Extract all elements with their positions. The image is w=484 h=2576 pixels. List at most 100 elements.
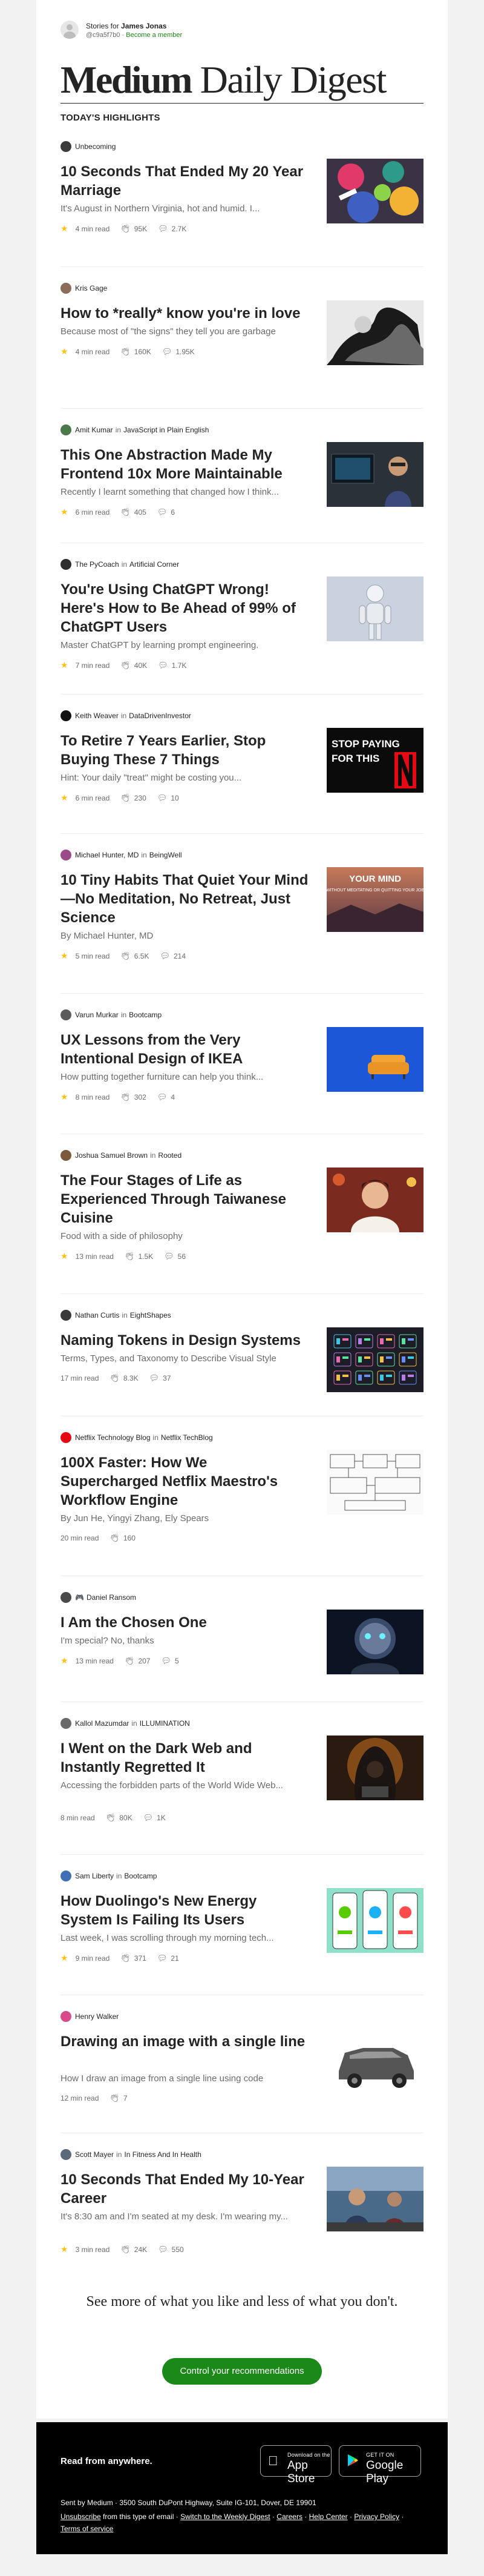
publication-avatar-icon[interactable]	[60, 424, 71, 435]
clap-icon[interactable]: 👏︎	[110, 2093, 120, 2103]
switch-weekly-link[interactable]: Switch to the Weekly Digest	[180, 2512, 270, 2521]
response-bubble-icon[interactable]: 💬︎	[143, 1813, 154, 1823]
clap-icon[interactable]: 👏︎	[120, 951, 131, 961]
publication-avatar-icon[interactable]	[60, 559, 71, 570]
clap-icon[interactable]: 👏︎	[106, 1813, 116, 1823]
story-publication[interactable]: Netflix TechBlog	[161, 1433, 213, 1442]
publication-avatar-icon[interactable]	[60, 1150, 71, 1161]
story-subtitle[interactable]: Hint: Your daily "treat" might be costin…	[60, 771, 309, 784]
story-author[interactable]: Varun Murkar	[75, 1011, 119, 1019]
story-publication[interactable]: In Fitness And In Health	[124, 2150, 201, 2159]
story-thumbnail[interactable]	[327, 1450, 424, 1514]
clap-icon[interactable]: 👏︎	[120, 507, 131, 517]
careers-link[interactable]: Careers	[276, 2512, 302, 2521]
story-author[interactable]: The PyCoach	[75, 560, 119, 569]
story-title[interactable]: To Retire 7 Years Earlier, Stop Buying T…	[60, 732, 309, 769]
story-thumbnail[interactable]	[327, 1327, 424, 1392]
story-thumbnail[interactable]	[327, 1167, 424, 1232]
response-bubble-icon[interactable]: 💬︎	[158, 661, 168, 670]
response-bubble-icon[interactable]: 💬︎	[157, 793, 168, 803]
control-recommendations-button[interactable]: Control your recommendations	[162, 2358, 322, 2385]
story-author[interactable]: Nathan Curtis	[75, 1311, 119, 1319]
help-center-link[interactable]: Help Center	[309, 2512, 348, 2521]
story-author[interactable]: Scott Mayer	[75, 2150, 114, 2159]
story-subtitle[interactable]: It's August in Northern Virginia, hot an…	[60, 202, 309, 215]
story-title[interactable]: How to *really* know you're in love	[60, 304, 309, 323]
response-bubble-icon[interactable]: 💬︎	[157, 1092, 168, 1102]
story-subtitle[interactable]: How I draw an image from a single line u…	[60, 2072, 309, 2085]
story-thumbnail[interactable]	[327, 1888, 424, 1953]
publication-avatar-icon[interactable]	[60, 850, 71, 860]
story-title[interactable]: 100X Faster: How We Supercharged Netflix…	[60, 1453, 309, 1510]
story-author[interactable]: Netflix Technology Blog	[75, 1433, 151, 1442]
story-publication[interactable]: Bootcamp	[124, 1872, 157, 1880]
story-thumbnail[interactable]	[327, 1735, 424, 1800]
privacy-link[interactable]: Privacy Policy	[354, 2512, 399, 2521]
story-author[interactable]: Joshua Samuel Brown	[75, 1151, 148, 1160]
publication-avatar-icon[interactable]	[60, 1310, 71, 1321]
response-bubble-icon[interactable]: 💬︎	[164, 1252, 174, 1261]
story-author[interactable]: Henry Walker	[75, 2012, 119, 2021]
clap-icon[interactable]: 👏︎	[125, 1252, 135, 1261]
become-member-link[interactable]: Become a member	[126, 31, 182, 39]
story-subtitle[interactable]: Terms, Types, and Taxonomy to Describe V…	[60, 1352, 309, 1365]
story-author[interactable]: Unbecoming	[75, 142, 116, 151]
story-publication[interactable]: DataDrivenInvestor	[129, 712, 191, 720]
story-title[interactable]: 10 Tiny Habits That Quiet Your Mind—No M…	[60, 871, 309, 927]
story-thumbnail[interactable]	[327, 2029, 424, 2093]
story-title[interactable]: This One Abstraction Made My Frontend 10…	[60, 446, 309, 483]
story-title[interactable]: Drawing an image with a single line	[60, 2032, 309, 2051]
response-bubble-icon[interactable]: 💬︎	[157, 1953, 168, 1963]
story-title[interactable]: 10 Seconds That Ended My 10-Year Career	[60, 2170, 309, 2208]
story-publication[interactable]: Artificial Corner	[129, 560, 179, 569]
clap-icon[interactable]: 👏︎	[120, 1953, 131, 1963]
story-subtitle[interactable]: Recently I learnt something that changed…	[60, 486, 309, 498]
publication-avatar-icon[interactable]	[60, 2149, 71, 2160]
story-publication[interactable]: EightShapes	[130, 1311, 171, 1319]
story-thumbnail[interactable]	[327, 1610, 424, 1674]
story-author[interactable]: Sam Liberty	[75, 1872, 114, 1880]
publication-avatar-icon[interactable]	[60, 1592, 71, 1603]
clap-icon[interactable]: 👏︎	[120, 2245, 131, 2254]
clap-icon[interactable]: 👏︎	[110, 1533, 120, 1543]
publication-avatar-icon[interactable]	[60, 1718, 71, 1729]
story-subtitle[interactable]: I'm special? No, thanks	[60, 1634, 309, 1647]
story-title[interactable]: UX Lessons from the Very Intentional Des…	[60, 1031, 309, 1068]
publication-avatar-icon[interactable]	[60, 141, 71, 152]
terms-link[interactable]: Terms of service	[60, 2525, 113, 2533]
publication-avatar-icon[interactable]	[60, 1432, 71, 1443]
story-subtitle[interactable]: By Jun He, Yingyi Zhang, Ely Spears	[60, 1512, 309, 1525]
story-title[interactable]: How Duolingo's New Energy System Is Fail…	[60, 1892, 309, 1929]
story-author[interactable]: Kris Gage	[75, 284, 107, 292]
clap-icon[interactable]: 👏︎	[120, 347, 131, 357]
medium-logo[interactable]: Medium	[60, 58, 193, 101]
clap-icon[interactable]: 👏︎	[110, 1373, 120, 1383]
story-subtitle[interactable]: Last week, I was scrolling through my mo…	[60, 1932, 309, 1944]
response-bubble-icon[interactable]: 💬︎	[149, 1373, 160, 1383]
story-publication[interactable]: ILLUMINATION	[140, 1719, 190, 1728]
story-thumbnail[interactable]	[327, 576, 424, 641]
response-bubble-icon[interactable]: 💬︎	[158, 224, 168, 234]
clap-icon[interactable]: 👏︎	[120, 661, 131, 670]
response-bubble-icon[interactable]: 💬︎	[161, 1656, 171, 1666]
story-thumbnail[interactable]	[327, 159, 424, 223]
clap-icon[interactable]: 👏︎	[120, 793, 131, 803]
app-store-button[interactable]:  Download on the App Store	[260, 2445, 332, 2485]
publication-avatar-icon[interactable]	[60, 710, 71, 721]
clap-icon[interactable]: 👏︎	[125, 1656, 135, 1666]
story-subtitle[interactable]: Accessing the forbidden parts of the Wor…	[60, 1779, 309, 1792]
story-thumbnail[interactable]	[327, 300, 424, 365]
story-thumbnail[interactable]	[327, 1027, 424, 1092]
story-publication[interactable]: Bootcamp	[129, 1011, 162, 1019]
publication-avatar-icon[interactable]	[60, 1871, 71, 1881]
publication-avatar-icon[interactable]	[60, 1009, 71, 1020]
story-subtitle[interactable]: By Michael Hunter, MD	[60, 930, 309, 942]
story-author[interactable]: Keith Weaver	[75, 712, 119, 720]
story-title[interactable]: Naming Tokens in Design Systems	[60, 1331, 309, 1350]
story-title[interactable]: You're Using ChatGPT Wrong! Here's How t…	[60, 580, 309, 636]
story-thumbnail[interactable]	[327, 2167, 424, 2231]
story-thumbnail[interactable]	[327, 442, 424, 507]
story-publication[interactable]: Rooted	[158, 1151, 182, 1160]
story-author[interactable]: Daniel Ransom	[87, 1593, 136, 1602]
publication-avatar-icon[interactable]	[60, 283, 71, 294]
